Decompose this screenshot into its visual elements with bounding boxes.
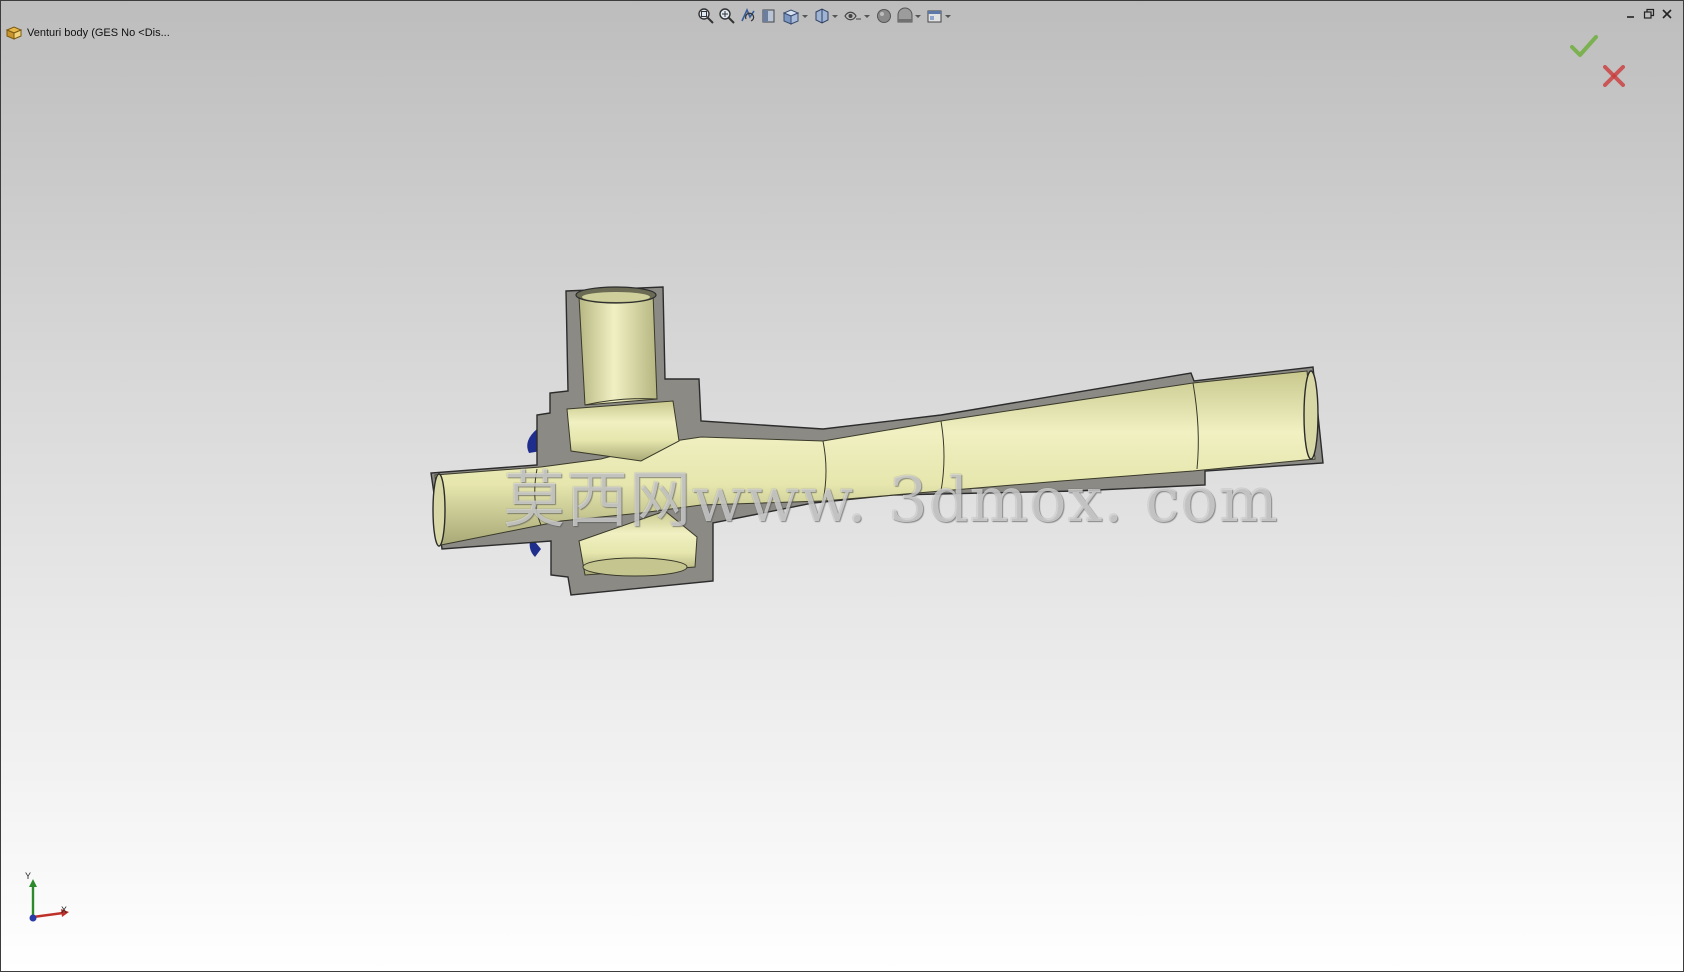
triad-y-label: Y: [25, 871, 32, 881]
top-port-bore: [578, 292, 658, 406]
reference-triad: Y X: [19, 871, 75, 934]
graphics-area[interactable]: Venturi body (GES No <Dis... 莫西网www. 3dm…: [0, 0, 1684, 972]
triad-axes-icon: [29, 879, 69, 922]
triad-x-label: X: [61, 905, 68, 915]
watermark: 莫西网www. 3dmox. com: [503, 463, 1279, 536]
lower-port-opening: [582, 557, 688, 577]
inlet-opening: [432, 473, 446, 547]
top-port-inner: [582, 292, 650, 302]
outlet-opening: [1303, 370, 1319, 460]
